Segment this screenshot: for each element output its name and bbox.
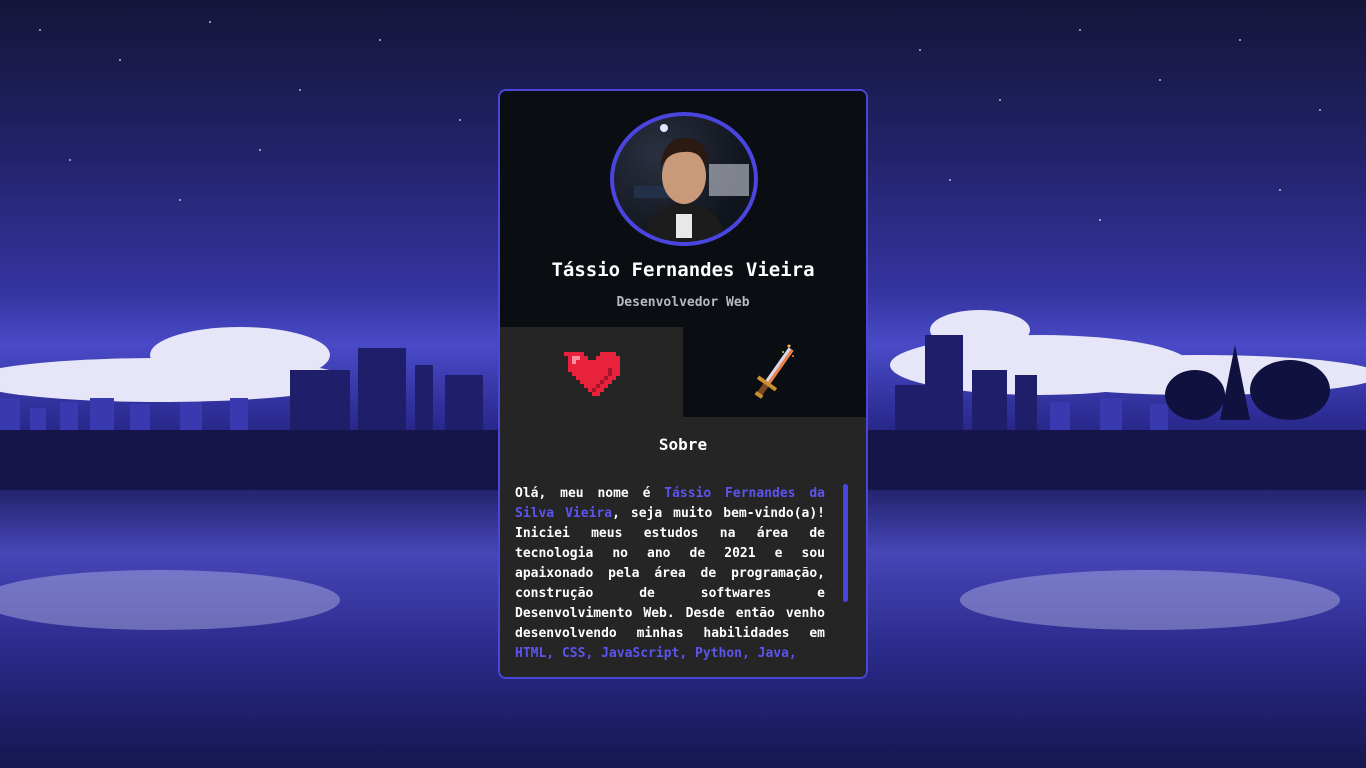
- sword-icon: [754, 344, 794, 399]
- scrollbar-thumb[interactable]: [843, 484, 848, 602]
- tab-skills[interactable]: [683, 327, 866, 417]
- about-title: Sobre: [658, 435, 708, 454]
- about-skills-highlight: HTML, CSS, JavaScript, Python, Java,: [515, 646, 797, 661]
- tab-about[interactable]: [500, 327, 683, 417]
- tab-bar: [500, 327, 866, 417]
- about-body: , seja muito bem-vindo(a)! Iniciei meus …: [515, 506, 825, 641]
- about-panel: Sobre Olá, meu nome é Tássio Fernandes d…: [500, 417, 866, 677]
- about-intro: Olá, meu nome é: [515, 486, 665, 501]
- avatar: [610, 112, 758, 246]
- about-scrollbar[interactable]: [843, 484, 849, 664]
- profile-photo: [634, 124, 749, 242]
- profile-name: Tássio Fernandes Vieira: [551, 259, 815, 281]
- heart-icon: [563, 352, 620, 396]
- profile-card: Tássio Fernandes Vieira Desenvolvedor We…: [498, 89, 868, 679]
- about-text[interactable]: Olá, meu nome é Tássio Fernandes da Silv…: [515, 484, 825, 664]
- profile-role: Desenvolvedor Web: [616, 295, 750, 310]
